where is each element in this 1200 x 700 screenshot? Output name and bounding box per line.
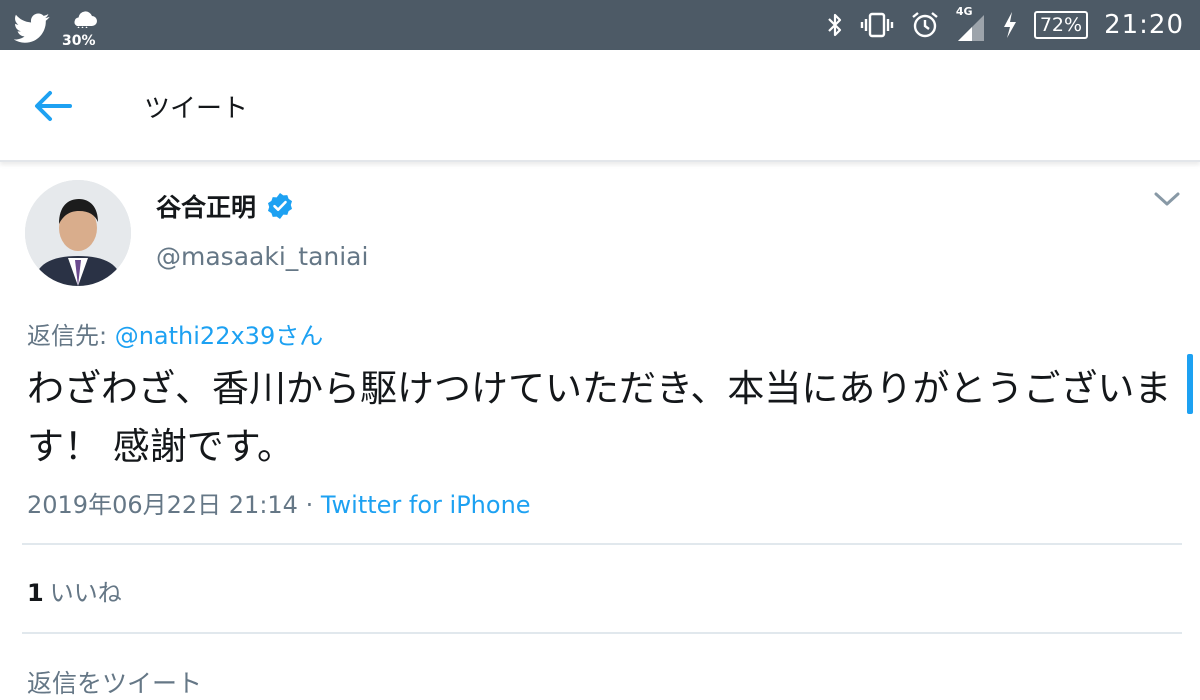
alarm-icon [912, 12, 938, 38]
meta-separator: · [297, 491, 321, 519]
author-handle[interactable]: @masaaki_taniai [156, 242, 368, 271]
status-bar: 30% 4G 72% 21:20 [0, 0, 1200, 50]
tweet-source-link[interactable]: Twitter for iPhone [321, 491, 531, 519]
weather-indicator: 30% [62, 6, 106, 50]
signal-icon [957, 15, 984, 41]
author-name-row[interactable]: 谷合正明 [156, 188, 294, 224]
network-indicator: 4G [956, 5, 986, 43]
vibrate-icon [860, 12, 894, 38]
status-bar-left: 30% [14, 6, 106, 50]
charging-icon [1003, 12, 1016, 38]
page-title: ツイート [144, 94, 249, 124]
like-label: いいね [49, 579, 122, 607]
battery-icon: 72% [1033, 11, 1089, 39]
reply-mention-link[interactable]: @nathi22x39さん [115, 322, 324, 350]
divider [22, 543, 1182, 545]
reply-prefix: 返信先: [27, 322, 115, 350]
avatar[interactable] [25, 180, 131, 286]
author-name[interactable]: 谷合正明 [156, 188, 256, 224]
status-bar-right: 4G 72% 21:20 [826, 5, 1184, 44]
bluetooth-icon [828, 13, 841, 37]
divider [22, 632, 1182, 634]
tweet-text: わざわざ、香川から駆けつけていただき、本当にありがとうございます！ 感謝です。 [27, 367, 1172, 468]
avatar-portrait-icon [25, 180, 131, 286]
status-clock: 21:20 [1104, 10, 1184, 40]
scrollbar[interactable] [1187, 354, 1193, 414]
app-header: ツイート [0, 50, 1200, 162]
weather-percent: 30% [62, 33, 96, 49]
likes-stat[interactable]: 1 いいね [27, 573, 122, 608]
tweet-meta: 2019年06月22日 21:14 · Twitter for iPhone [27, 485, 531, 520]
tweet-timestamp: 2019年06月22日 21:14 [27, 491, 298, 519]
cloud-icon [74, 11, 97, 28]
reply-context: 返信先: @nathi22x39さん [27, 316, 323, 351]
reply-tweet-input[interactable]: 返信をツイート [27, 664, 202, 700]
back-arrow-icon[interactable] [30, 86, 76, 126]
like-count: 1 [27, 579, 44, 607]
chevron-down-icon[interactable] [1152, 188, 1182, 210]
verified-badge-icon [268, 193, 293, 219]
twitter-icon [14, 13, 50, 43]
